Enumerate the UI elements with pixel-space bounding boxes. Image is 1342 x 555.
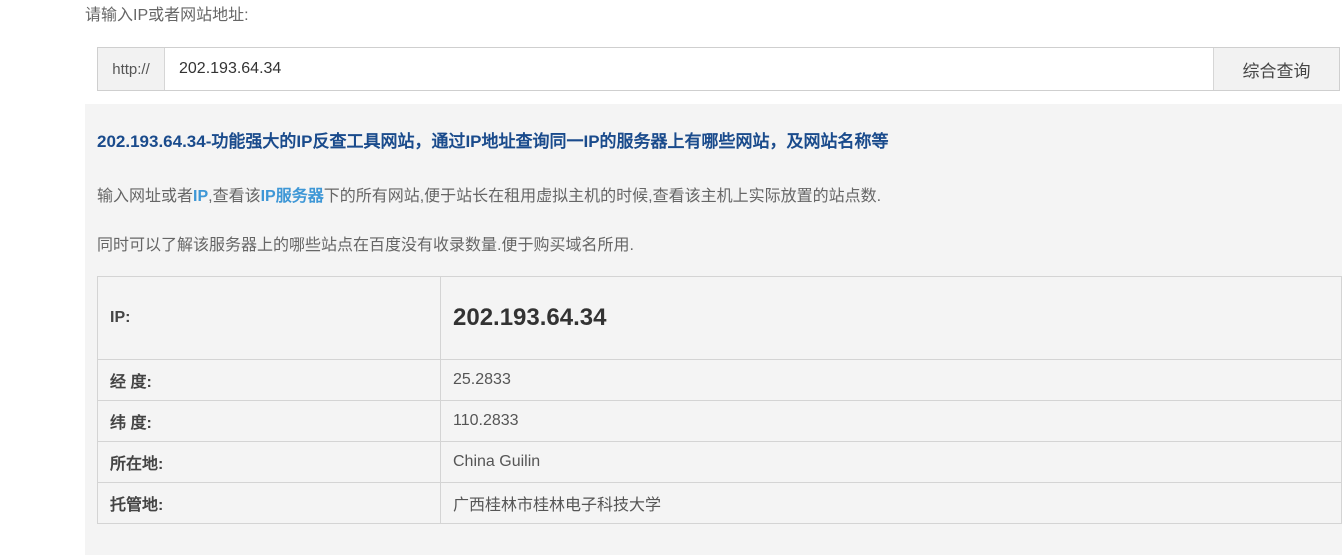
table-row-ip: IP: 202.193.64.34 [97, 276, 1342, 360]
hosting-value: 广西桂林市桂林电子科技大学 [440, 482, 1342, 524]
ip-link[interactable]: IP [193, 188, 208, 205]
ip-value: 202.193.64.34 [453, 304, 607, 331]
desc-text: ,查看该 [208, 188, 261, 205]
description-line-1: 输入网址或者IP,查看该IP服务器下的所有网站,便于站长在租用虚拟主机的时候,查… [97, 186, 881, 208]
comprehensive-query-button[interactable]: 综合查询 [1213, 48, 1339, 90]
longitude-key: 经 度: [97, 359, 441, 401]
ip-server-link[interactable]: IP服务器 [261, 188, 324, 205]
desc-text: 下的所有网站,便于站长在租用虚拟主机的时候,查看该主机上实际放置的站点数. [323, 188, 882, 205]
latitude-value: 110.2833 [440, 400, 1342, 442]
search-bar: http:// 综合查询 [97, 47, 1340, 91]
latitude-key: 纬 度: [97, 400, 441, 442]
table-row-location: 所在地: China Guilin [97, 441, 1342, 483]
table-row-latitude: 纬 度: 110.2833 [97, 400, 1342, 442]
hosting-key: 托管地: [97, 482, 441, 524]
ip-search-input[interactable] [165, 48, 1213, 90]
search-prompt-label: 请输入IP或者网站地址: [85, 7, 249, 24]
ip-key: IP: [97, 276, 441, 360]
ip-value-cell: 202.193.64.34 [440, 276, 1342, 360]
location-key: 所在地: [97, 441, 441, 483]
result-panel: 202.193.64.34-功能强大的IP反查工具网站，通过IP地址查询同一IP… [85, 104, 1342, 555]
ip-info-table: IP: 202.193.64.34 经 度: 25.2833 纬 度: 110.… [97, 276, 1342, 524]
result-headline: 202.193.64.34-功能强大的IP反查工具网站，通过IP地址查询同一IP… [97, 132, 889, 151]
desc-text: 输入网址或者 [97, 188, 194, 205]
table-row-hosting: 托管地: 广西桂林市桂林电子科技大学 [97, 482, 1342, 524]
description-line-2: 同时可以了解该服务器上的哪些站点在百度没有收录数量.便于购买域名所用. [97, 237, 634, 254]
location-value: China Guilin [440, 441, 1342, 483]
table-row-longitude: 经 度: 25.2833 [97, 359, 1342, 401]
protocol-prefix: http:// [98, 48, 165, 90]
longitude-value: 25.2833 [440, 359, 1342, 401]
